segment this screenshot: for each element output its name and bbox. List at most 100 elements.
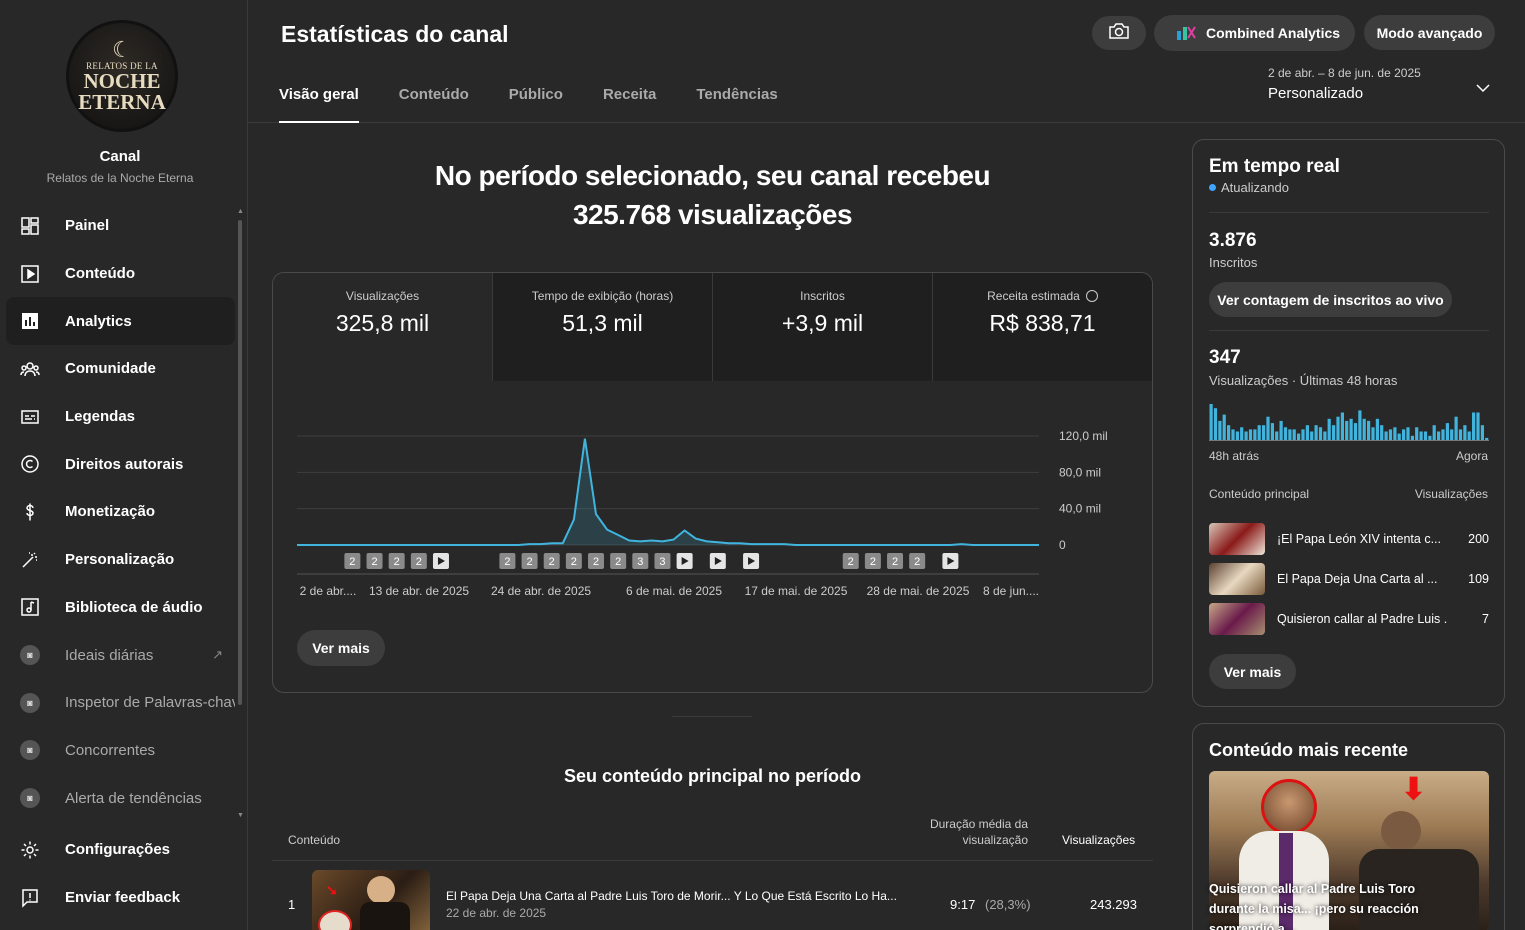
- publish-count-marker[interactable]: 2: [610, 553, 627, 569]
- data-point[interactable]: [671, 537, 677, 543]
- publish-count-marker[interactable]: 2: [909, 553, 926, 569]
- data-point[interactable]: [870, 542, 876, 548]
- video-publish-marker[interactable]: [942, 553, 959, 569]
- data-point[interactable]: [615, 532, 621, 538]
- realtime-bar[interactable]: [1367, 420, 1371, 440]
- data-point[interactable]: [427, 542, 433, 548]
- realtime-bar[interactable]: [1231, 429, 1235, 440]
- data-point[interactable]: [305, 542, 311, 548]
- publish-count-marker[interactable]: 2: [344, 553, 361, 569]
- data-point[interactable]: [438, 542, 444, 548]
- realtime-bar[interactable]: [1415, 427, 1419, 440]
- realtime-bar[interactable]: [1222, 414, 1226, 440]
- realtime-bar[interactable]: [1349, 418, 1353, 440]
- data-point[interactable]: [914, 542, 920, 548]
- realtime-content-item[interactable]: ¡El Papa León XIV intenta c... 200: [1209, 523, 1489, 555]
- publish-count-marker[interactable]: 2: [565, 553, 582, 569]
- realtime-bar[interactable]: [1450, 429, 1454, 440]
- date-range-mode[interactable]: Personalizado: [1268, 85, 1363, 102]
- data-point[interactable]: [648, 537, 654, 543]
- realtime-bar[interactable]: [1332, 425, 1336, 440]
- data-point[interactable]: [792, 542, 798, 548]
- data-point[interactable]: [405, 542, 411, 548]
- realtime-bar[interactable]: [1288, 429, 1292, 440]
- metric-watch-time[interactable]: Tempo de exibição (horas) 51,3 mil: [493, 273, 713, 381]
- chevron-down-icon[interactable]: [1476, 80, 1490, 98]
- realtime-bar[interactable]: [1432, 425, 1436, 440]
- data-point[interactable]: [383, 542, 389, 548]
- realtime-bar[interactable]: [1327, 418, 1331, 440]
- realtime-bar[interactable]: [1454, 416, 1458, 440]
- realtime-bar[interactable]: [1283, 427, 1288, 440]
- realtime-bar[interactable]: [1485, 437, 1489, 440]
- realtime-bar[interactable]: [1393, 427, 1397, 440]
- realtime-bar[interactable]: [1406, 427, 1410, 440]
- data-point[interactable]: [981, 542, 987, 548]
- realtime-bar[interactable]: [1253, 429, 1257, 440]
- data-point[interactable]: [848, 542, 854, 548]
- data-point[interactable]: [1014, 542, 1020, 548]
- publish-count-marker[interactable]: 2: [864, 553, 881, 569]
- live-subscriber-count-button[interactable]: Ver contagem de inscritos ao vivo: [1209, 282, 1452, 317]
- data-point[interactable]: [294, 542, 300, 548]
- realtime-bar[interactable]: [1437, 431, 1441, 441]
- sidebar-item-conteudo[interactable]: Conteúdo: [6, 250, 235, 298]
- data-point[interactable]: [360, 542, 366, 548]
- realtime-bar[interactable]: [1270, 423, 1274, 440]
- realtime-bar[interactable]: [1458, 429, 1463, 440]
- data-point[interactable]: [659, 538, 665, 544]
- data-point[interactable]: [936, 542, 942, 548]
- data-point[interactable]: [826, 542, 832, 548]
- sidebar-item-enviar-feedback[interactable]: Enviar feedback: [6, 874, 235, 922]
- realtime-bar[interactable]: [1218, 420, 1222, 440]
- data-point[interactable]: [781, 541, 787, 547]
- data-point[interactable]: [338, 542, 344, 548]
- data-point[interactable]: [449, 542, 455, 548]
- realtime-bar-chart[interactable]: [1209, 402, 1489, 442]
- realtime-bar[interactable]: [1318, 427, 1323, 440]
- sidebar-item-inspetor[interactable]: ◙ Inspetor de Palavras-chav: [6, 679, 235, 727]
- metric-subscribers[interactable]: Inscritos +3,9 mil: [713, 273, 933, 381]
- tab-tendencias[interactable]: Tendências: [696, 86, 777, 123]
- data-point[interactable]: [316, 542, 322, 548]
- realtime-bar[interactable]: [1371, 427, 1375, 440]
- data-point[interactable]: [372, 542, 378, 548]
- realtime-bar[interactable]: [1227, 425, 1231, 440]
- data-point[interactable]: [682, 527, 688, 533]
- sidebar-item-monetizacao[interactable]: Monetização: [6, 488, 235, 536]
- sidebar-item-biblioteca-audio[interactable]: Biblioteca de áudio: [6, 584, 235, 632]
- realtime-content-item[interactable]: Quisieron callar al Padre Luis ... 7: [1209, 603, 1489, 635]
- data-point[interactable]: [637, 538, 643, 544]
- video-thumbnail[interactable]: ➘: [312, 870, 430, 930]
- realtime-bar[interactable]: [1345, 420, 1349, 440]
- realtime-bar[interactable]: [1480, 425, 1484, 440]
- realtime-bar[interactable]: [1213, 408, 1218, 440]
- data-point[interactable]: [394, 542, 400, 548]
- realtime-bar[interactable]: [1472, 412, 1476, 441]
- realtime-bar[interactable]: [1467, 431, 1471, 441]
- realtime-bar[interactable]: [1380, 425, 1384, 440]
- realtime-see-more-button[interactable]: Ver mais: [1209, 654, 1296, 689]
- realtime-bar[interactable]: [1235, 431, 1239, 441]
- realtime-bar[interactable]: [1310, 431, 1314, 441]
- data-point[interactable]: [892, 542, 898, 548]
- data-point[interactable]: [726, 540, 732, 546]
- publish-count-marker[interactable]: 2: [521, 553, 538, 569]
- data-point[interactable]: [504, 542, 510, 548]
- data-point[interactable]: [759, 541, 765, 547]
- realtime-bar[interactable]: [1419, 431, 1423, 441]
- data-point[interactable]: [748, 541, 754, 547]
- data-point[interactable]: [992, 542, 998, 548]
- data-point[interactable]: [925, 542, 931, 548]
- publish-count-marker[interactable]: 2: [887, 553, 904, 569]
- data-point[interactable]: [737, 540, 743, 546]
- publish-count-marker[interactable]: 2: [388, 553, 405, 569]
- data-point[interactable]: [571, 517, 577, 523]
- data-point[interactable]: [538, 541, 544, 547]
- metric-views[interactable]: Visualizações 325,8 mil: [273, 273, 493, 381]
- realtime-bar[interactable]: [1375, 418, 1379, 440]
- realtime-bar[interactable]: [1384, 431, 1388, 441]
- data-point[interactable]: [970, 542, 976, 548]
- data-point[interactable]: [549, 540, 555, 546]
- realtime-bar[interactable]: [1336, 416, 1340, 440]
